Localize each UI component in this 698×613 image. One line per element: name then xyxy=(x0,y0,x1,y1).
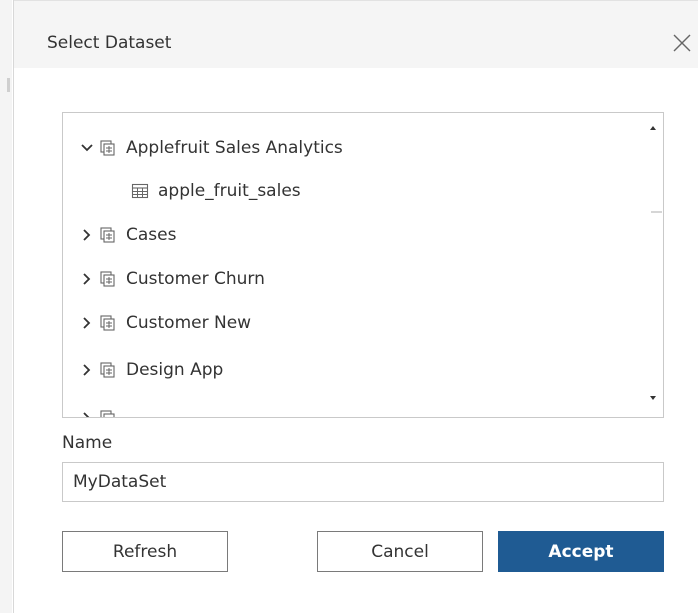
dataset-icon xyxy=(100,271,115,287)
dataset-icon xyxy=(100,410,115,417)
tree-item-dataset[interactable]: Cases xyxy=(79,220,655,250)
chevron-right-icon[interactable] xyxy=(79,227,95,243)
scroll-up-arrow-icon[interactable] xyxy=(646,121,660,135)
tree-item-dataset-partial[interactable] xyxy=(79,403,655,418)
close-icon xyxy=(673,34,691,52)
scroll-down-arrow-icon[interactable] xyxy=(646,391,660,405)
dataset-icon xyxy=(100,227,115,243)
tree-item-label: Customer New xyxy=(126,313,252,333)
dialog-header: Select Dataset xyxy=(14,0,698,68)
chevron-right-icon[interactable] xyxy=(79,362,95,378)
tree-item-label: Cases xyxy=(126,225,177,245)
tree-item-label: Customer Churn xyxy=(126,269,265,289)
refresh-button[interactable]: Refresh xyxy=(62,531,228,572)
chevron-down-icon[interactable] xyxy=(79,140,95,156)
chevron-right-icon[interactable] xyxy=(79,410,95,418)
dataset-icon xyxy=(100,140,115,156)
tree-item-dataset[interactable]: Customer New xyxy=(79,308,655,338)
chevron-right-icon[interactable] xyxy=(79,271,95,287)
tree-item-label: apple_fruit_sales xyxy=(158,181,301,201)
dataset-icon xyxy=(100,315,115,331)
background-handle xyxy=(7,78,10,92)
tree-item-label: Design App xyxy=(126,360,224,380)
dialog-title: Select Dataset xyxy=(47,33,172,53)
tree-item-label: Applefruit Sales Analytics xyxy=(126,138,343,158)
tree-item-dataset[interactable]: Customer Churn xyxy=(79,264,655,294)
name-label: Name xyxy=(62,433,113,453)
dataset-tree: Applefruit Sales Analytics apple_fruit_s… xyxy=(62,112,664,418)
scroll-thumb[interactable] xyxy=(651,211,662,213)
accept-button[interactable]: Accept xyxy=(498,531,664,572)
tree-item-dataset[interactable]: Applefruit Sales Analytics xyxy=(79,133,655,163)
tree-item-table[interactable]: apple_fruit_sales xyxy=(131,176,663,206)
table-icon xyxy=(131,183,149,199)
cancel-button[interactable]: Cancel xyxy=(317,531,483,572)
tree-scrollbar[interactable] xyxy=(641,113,663,417)
dataset-icon xyxy=(100,362,115,378)
close-button[interactable] xyxy=(670,31,694,55)
background-app-strip xyxy=(0,0,12,613)
select-dataset-dialog: Select Dataset Applefruit Sales Analytic… xyxy=(13,0,698,613)
name-input[interactable] xyxy=(62,462,664,502)
chevron-right-icon[interactable] xyxy=(79,315,95,331)
tree-item-dataset[interactable]: Design App xyxy=(79,355,655,385)
